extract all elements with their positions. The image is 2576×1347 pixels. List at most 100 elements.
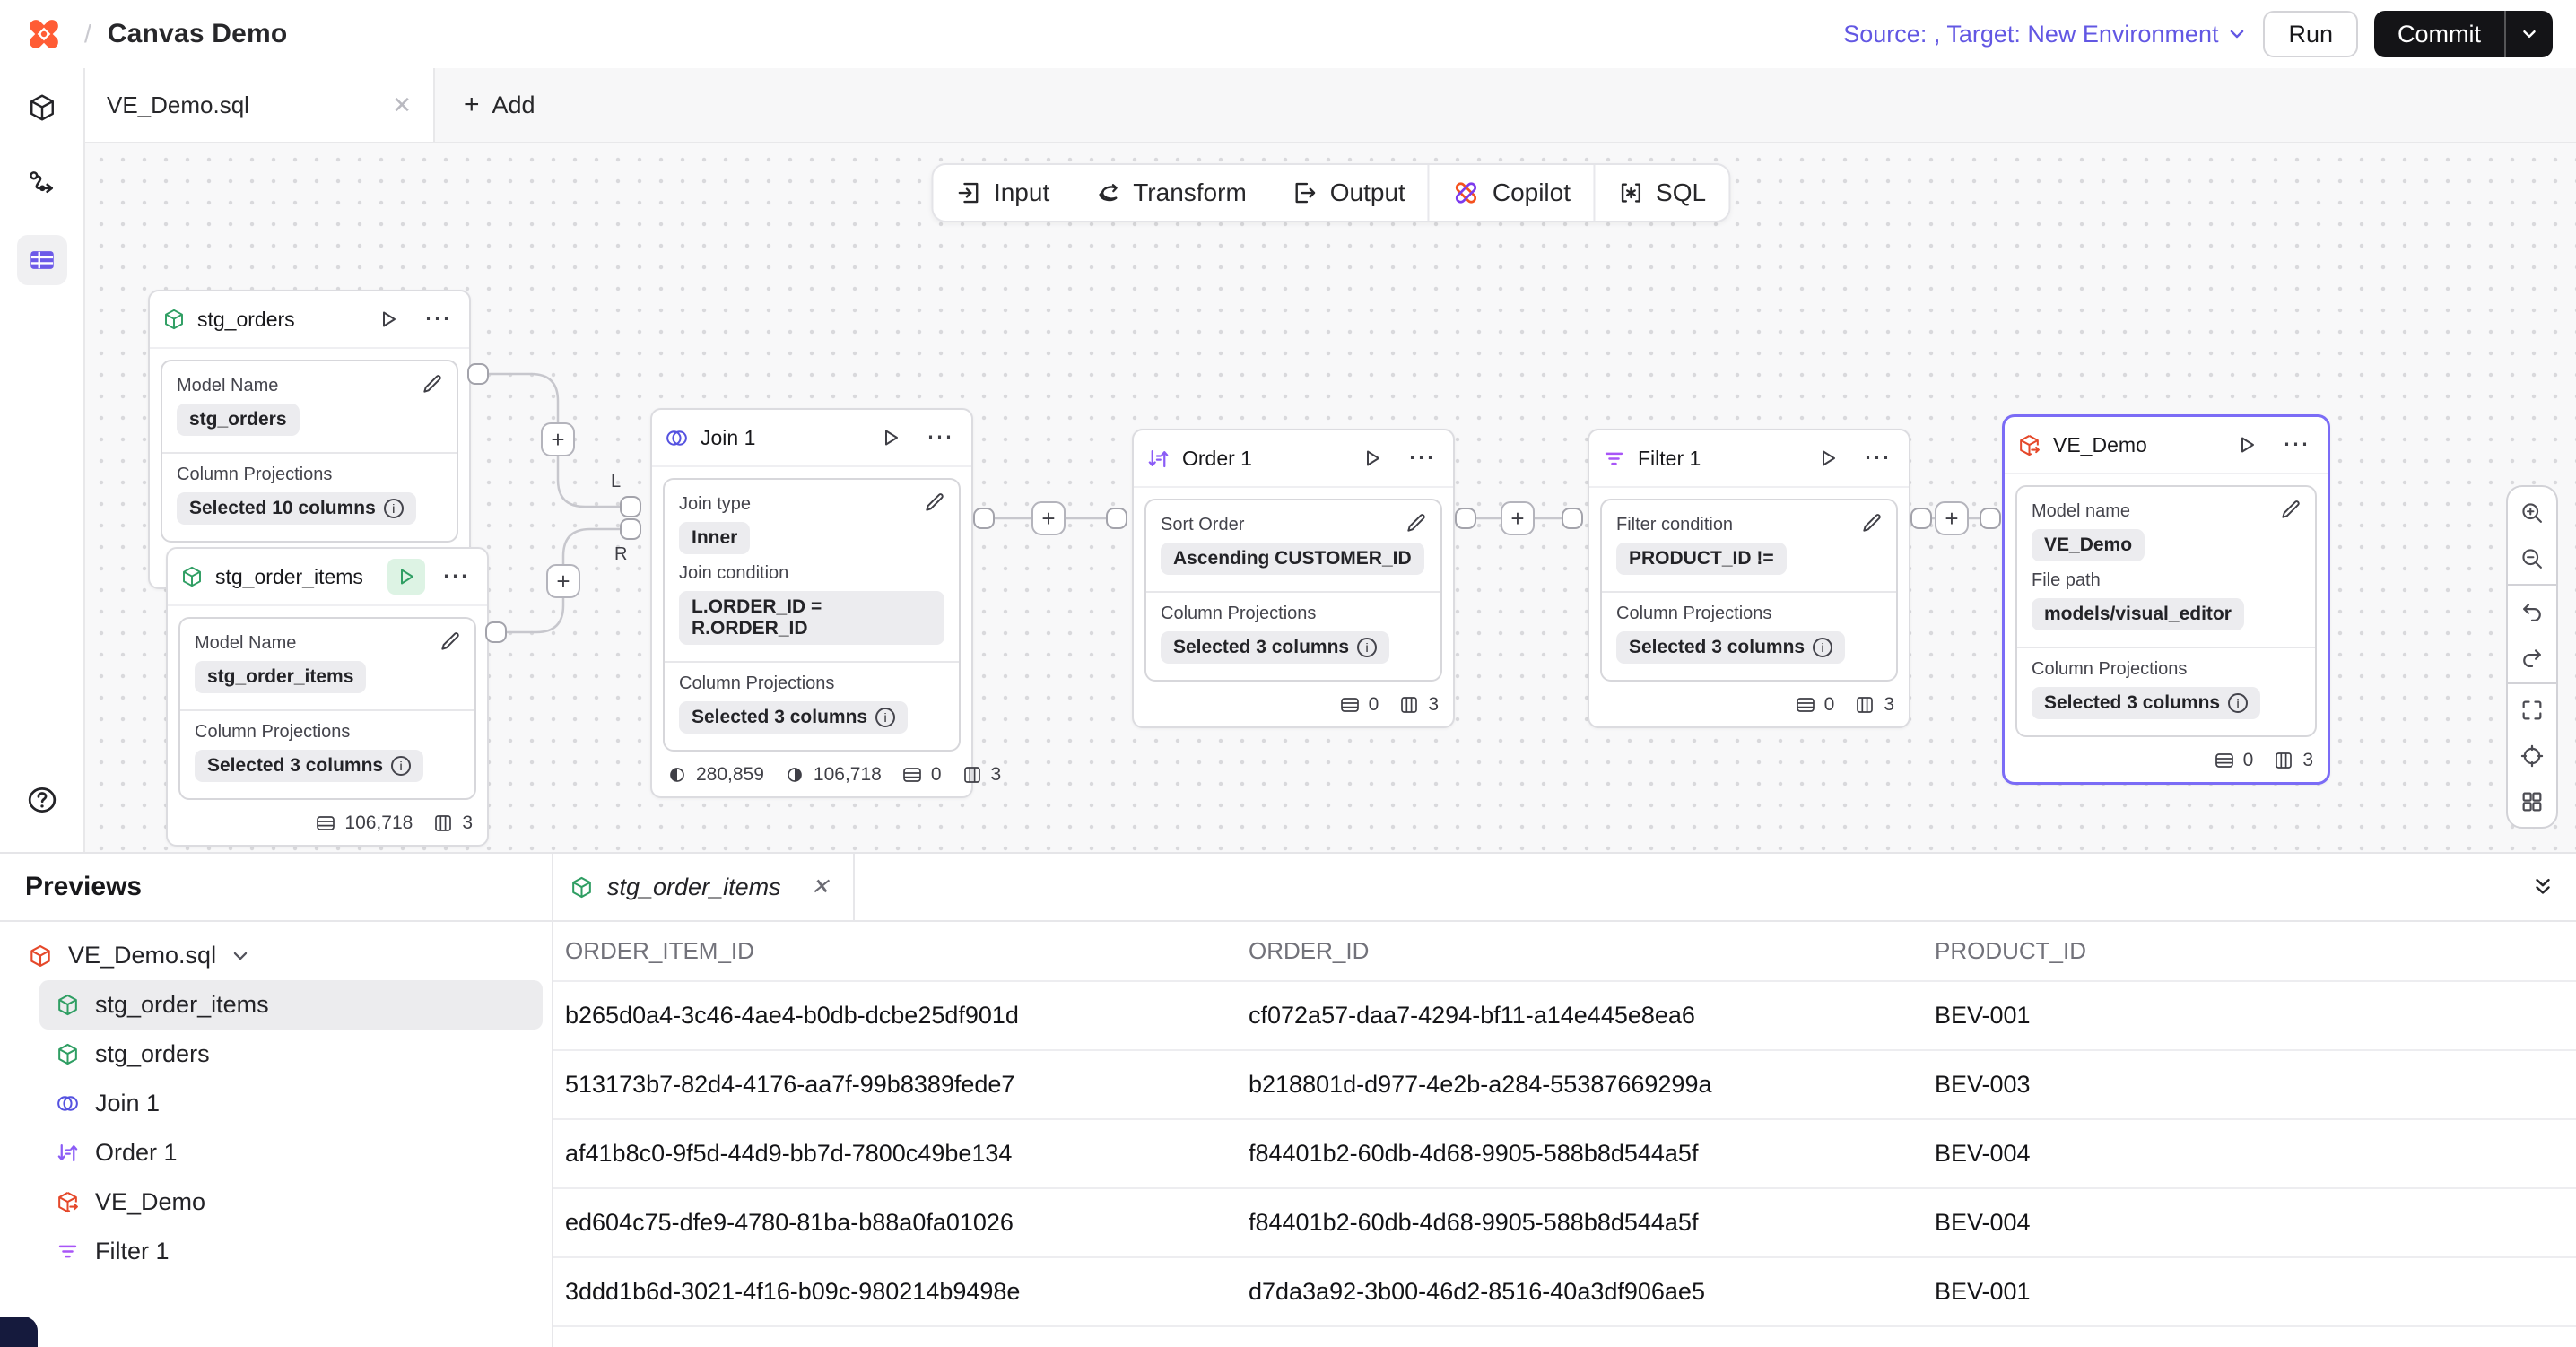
collapse-panel-icon[interactable] bbox=[2531, 875, 2554, 899]
info-icon[interactable]: i bbox=[391, 756, 411, 776]
join-right-input-port[interactable] bbox=[620, 518, 641, 540]
add-tab-button[interactable]: + Add bbox=[435, 68, 564, 142]
node-order-1[interactable]: Order 1 ⋯ Sort Order Ascending CUSTOMER_… bbox=[1132, 429, 1455, 728]
tree-item-ve-demo[interactable]: VE_Demo bbox=[39, 1178, 543, 1227]
column-count: 3 bbox=[1854, 694, 1894, 716]
toolbar-output-button[interactable]: Output bbox=[1269, 165, 1428, 221]
chevron-down-icon[interactable] bbox=[231, 946, 250, 966]
input-port[interactable] bbox=[1562, 508, 1583, 529]
node-ve-demo[interactable]: VE_Demo ⋯ Model name VE_Demo File path m… bbox=[2002, 414, 2330, 785]
node-run-icon[interactable] bbox=[1809, 440, 1847, 476]
fit-view-icon[interactable] bbox=[2508, 687, 2556, 733]
tree-item-stg-orders[interactable]: stg_orders bbox=[39, 1030, 543, 1079]
join-left-input-port[interactable] bbox=[620, 496, 641, 517]
table-row: 3ddd1b6d-3021-4f16-b09c-980214b9498e d7d… bbox=[553, 1257, 2576, 1326]
model-name-chip: stg_order_items bbox=[195, 661, 366, 693]
node-header: stg_orders ⋯ bbox=[150, 291, 469, 349]
help-icon[interactable] bbox=[17, 775, 67, 825]
table-row: b265d0a4-3c46-4ae4-b0db-dcbe25df901d cf0… bbox=[553, 981, 2576, 1050]
tab-ve-demo-sql[interactable]: VE_Demo.sql ✕ bbox=[85, 68, 435, 142]
locate-icon[interactable] bbox=[2508, 733, 2556, 778]
preview-tab-stg-order-items[interactable]: stg_order_items ✕ bbox=[553, 854, 855, 920]
output-port[interactable] bbox=[973, 508, 995, 529]
add-step-button[interactable]: + bbox=[546, 564, 580, 598]
info-icon[interactable]: i bbox=[384, 499, 404, 518]
models-tab-icon[interactable] bbox=[17, 83, 67, 133]
port-label-right: R bbox=[614, 544, 627, 565]
node-run-icon[interactable] bbox=[387, 559, 425, 595]
field-label: Column Projections bbox=[1616, 604, 1882, 624]
info-icon[interactable]: i bbox=[875, 708, 895, 727]
node-header: Join 1 ⋯ bbox=[652, 410, 971, 467]
node-join-1[interactable]: Join 1 ⋯ Join type Inner Join condition … bbox=[650, 408, 973, 798]
grid-layout-icon[interactable] bbox=[2508, 778, 2556, 824]
divider bbox=[162, 452, 457, 454]
previews-tab-icon[interactable] bbox=[17, 235, 67, 285]
add-step-button[interactable]: + bbox=[1935, 501, 1969, 535]
filter-icon bbox=[1602, 447, 1626, 471]
input-port[interactable] bbox=[1980, 508, 2001, 529]
port-label-left: L bbox=[611, 472, 621, 492]
tree-item-filter-1[interactable]: Filter 1 bbox=[39, 1227, 543, 1276]
dag-canvas[interactable]: Input Transform Output bbox=[85, 143, 2576, 852]
info-icon[interactable]: i bbox=[2228, 693, 2248, 713]
tree-item-ve-demo-sql[interactable]: VE_Demo.sql bbox=[13, 931, 543, 980]
node-menu-icon[interactable]: ⋯ bbox=[1403, 440, 1440, 476]
preview-tab-close-icon[interactable]: ✕ bbox=[811, 873, 830, 900]
add-step-button[interactable]: + bbox=[541, 422, 575, 456]
input-port[interactable] bbox=[1106, 508, 1127, 529]
node-run-icon[interactable] bbox=[872, 420, 909, 456]
node-config-card: Model name VE_Demo File path models/visu… bbox=[2015, 485, 2317, 737]
toolbar-transform-button[interactable]: Transform bbox=[1072, 165, 1269, 221]
toolbar-input-button[interactable]: Input bbox=[933, 165, 1072, 221]
output-port[interactable] bbox=[485, 621, 507, 643]
cell: BEV-003 bbox=[1923, 1050, 2576, 1119]
commit-dropdown-button[interactable] bbox=[2506, 11, 2553, 57]
edit-icon[interactable] bbox=[1860, 511, 1884, 534]
tree-item-stg-order-items[interactable]: stg_order_items bbox=[39, 980, 543, 1030]
info-icon[interactable]: i bbox=[1813, 638, 1832, 657]
edit-icon[interactable] bbox=[439, 630, 462, 653]
environment-selector[interactable]: Source: , Target: New Environment bbox=[1843, 21, 2247, 48]
edit-icon[interactable] bbox=[2279, 498, 2302, 521]
node-run-icon[interactable] bbox=[370, 301, 407, 337]
brand-logo-icon[interactable] bbox=[23, 13, 65, 55]
output-port[interactable] bbox=[467, 363, 489, 385]
node-stg-order-items[interactable]: stg_order_items ⋯ Model Name stg_order_i… bbox=[166, 547, 489, 847]
commit-button[interactable]: Commit bbox=[2374, 11, 2504, 57]
add-step-button[interactable]: + bbox=[1501, 501, 1535, 535]
node-title: Join 1 bbox=[701, 426, 755, 450]
node-menu-icon[interactable]: ⋯ bbox=[921, 420, 959, 456]
tree-item-label: stg_orders bbox=[95, 1040, 210, 1068]
output-port[interactable] bbox=[1455, 508, 1476, 529]
node-menu-icon[interactable]: ⋯ bbox=[2277, 427, 2315, 463]
edit-icon[interactable] bbox=[923, 491, 946, 514]
node-menu-icon[interactable]: ⋯ bbox=[1858, 440, 1896, 476]
left-icon-rail bbox=[0, 68, 85, 852]
node-run-icon[interactable] bbox=[2228, 427, 2266, 463]
field-label: Model name bbox=[2032, 501, 2301, 522]
node-filter-1[interactable]: Filter 1 ⋯ Filter condition PRODUCT_ID !… bbox=[1588, 429, 1910, 728]
redo-icon[interactable] bbox=[2508, 634, 2556, 680]
zoom-out-icon[interactable] bbox=[2508, 535, 2556, 581]
edit-icon[interactable] bbox=[1405, 511, 1428, 534]
info-icon[interactable]: i bbox=[1357, 638, 1377, 657]
node-run-icon[interactable] bbox=[1353, 440, 1391, 476]
divider bbox=[180, 709, 474, 711]
lineage-tab-icon[interactable] bbox=[17, 159, 67, 209]
tab-close-icon[interactable]: ✕ bbox=[392, 91, 412, 119]
add-step-button[interactable]: + bbox=[1031, 501, 1066, 535]
toolbar-copilot-button[interactable]: Copilot bbox=[1430, 165, 1593, 221]
edit-icon[interactable] bbox=[421, 372, 444, 395]
node-stg-orders[interactable]: stg_orders ⋯ Model Name stg_orders Colum… bbox=[148, 290, 471, 589]
output-port[interactable] bbox=[1910, 508, 1932, 529]
node-menu-icon[interactable]: ⋯ bbox=[437, 559, 474, 595]
toolbar-sql-button[interactable]: SQL bbox=[1595, 165, 1728, 221]
tree-item-order-1[interactable]: Order 1 bbox=[39, 1128, 543, 1178]
run-button[interactable]: Run bbox=[2263, 11, 2358, 57]
column-projections-chip: Selected 10 columnsi bbox=[177, 492, 416, 525]
tree-item-join-1[interactable]: Join 1 bbox=[39, 1079, 543, 1128]
zoom-in-icon[interactable] bbox=[2508, 490, 2556, 535]
undo-icon[interactable] bbox=[2508, 588, 2556, 634]
node-menu-icon[interactable]: ⋯ bbox=[419, 301, 457, 337]
